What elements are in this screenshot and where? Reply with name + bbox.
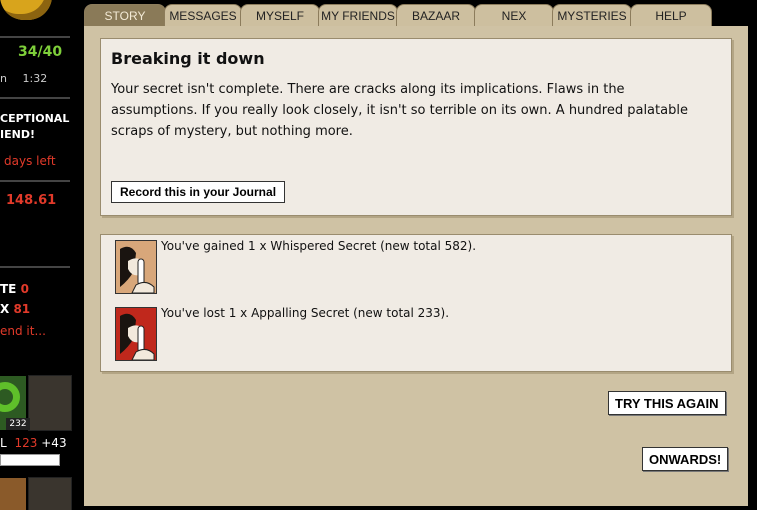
stat-l-bonus: +43 bbox=[41, 436, 67, 450]
sidebar-divider bbox=[0, 97, 70, 99]
timer-label: n bbox=[0, 72, 7, 85]
days-left-text: days left bbox=[4, 154, 56, 168]
money-value: 148.61 bbox=[6, 193, 57, 208]
story-title: Breaking it down bbox=[111, 49, 265, 68]
appalling-secret-icon bbox=[115, 307, 157, 361]
story-body: Your secret isn't complete. There are cr… bbox=[111, 82, 688, 139]
empty-slot-tile[interactable] bbox=[28, 375, 72, 431]
character-portrait-icon[interactable] bbox=[0, 478, 26, 510]
sidebar-divider bbox=[0, 266, 70, 268]
stat-te-row: TE 0 bbox=[0, 282, 29, 296]
tab-help[interactable]: HELP bbox=[630, 4, 712, 26]
story-area: Breaking it down Your secret isn't compl… bbox=[84, 26, 748, 506]
spend-link[interactable]: end it... bbox=[0, 324, 46, 338]
exceptional-friend-line2: IEND! bbox=[0, 128, 35, 141]
record-journal-button[interactable]: Record this in your Journal bbox=[111, 181, 286, 203]
story-panel: Breaking it down Your secret isn't compl… bbox=[100, 38, 732, 216]
stat-te-value: 0 bbox=[20, 282, 29, 296]
timer-value: 1:32 bbox=[22, 72, 48, 85]
game-logo-icon bbox=[0, 0, 52, 20]
tab-story[interactable]: STORY bbox=[84, 4, 166, 26]
tab-messages[interactable]: MESSAGES bbox=[164, 4, 242, 26]
sidebar-divider bbox=[0, 36, 70, 38]
stat-te-label: TE bbox=[0, 282, 17, 296]
stat-l-row: L 123 +43 bbox=[0, 436, 67, 450]
progress-bar bbox=[0, 454, 60, 466]
action-timer: n 1:32 bbox=[0, 72, 47, 85]
result-text: You've gained 1 x Whispered Secret (new … bbox=[161, 239, 477, 253]
tab-nex[interactable]: NEX bbox=[474, 4, 554, 26]
result-text: You've lost 1 x Appalling Secret (new to… bbox=[161, 306, 450, 320]
actions-counter: 34/40 bbox=[18, 44, 63, 60]
stat-x-label: X bbox=[0, 302, 10, 316]
sidebar: 34/40 n 1:32 CEPTIONAL IEND! days left 1… bbox=[0, 0, 84, 510]
result-item: You've lost 1 x Appalling Secret (new to… bbox=[115, 306, 675, 363]
tab-bazaar[interactable]: BAZAAR bbox=[396, 4, 476, 26]
tab-my-friends[interactable]: MY FRIENDS bbox=[318, 4, 398, 26]
stat-l-value: 123 bbox=[14, 436, 38, 450]
stat-x-row: X 81 bbox=[0, 302, 30, 316]
results-panel: You've gained 1 x Whispered Secret (new … bbox=[100, 234, 732, 372]
stat-l-label: L bbox=[0, 436, 7, 450]
avatar-badge: 232 bbox=[6, 418, 30, 430]
try-again-button[interactable]: TRY THIS AGAIN bbox=[608, 391, 726, 415]
stat-x-value: 81 bbox=[13, 302, 31, 316]
empty-slot-tile[interactable] bbox=[28, 477, 72, 510]
tab-myself[interactable]: MYSELF bbox=[240, 4, 320, 26]
sidebar-divider bbox=[0, 180, 70, 182]
onwards-button[interactable]: ONWARDS! bbox=[642, 447, 729, 471]
whispered-secret-icon bbox=[115, 240, 157, 294]
result-item: You've gained 1 x Whispered Secret (new … bbox=[115, 239, 675, 296]
tab-mysteries[interactable]: MYSTERIES bbox=[552, 4, 632, 26]
exceptional-friend-line1: CEPTIONAL bbox=[0, 112, 70, 125]
